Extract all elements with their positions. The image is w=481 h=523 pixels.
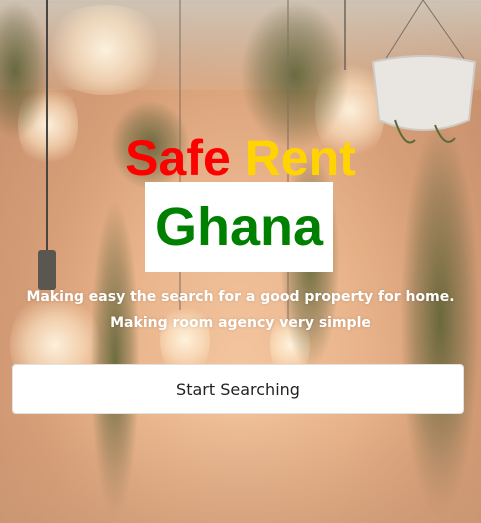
title-word-ghana: Ghana bbox=[154, 197, 324, 257]
tagline-line-2: Making room agency very simple bbox=[110, 315, 371, 331]
hero-section: Safe Rent Ghana Making easy the search f… bbox=[0, 0, 481, 523]
title-word-rent: Rent bbox=[244, 130, 356, 186]
start-searching-button[interactable]: Start Searching bbox=[12, 364, 464, 414]
title-word-safe: Safe bbox=[125, 130, 231, 186]
site-title: Safe Rent bbox=[0, 128, 481, 188]
tagline-line-1: Making easy the search for a good proper… bbox=[26, 289, 455, 305]
title-ghana-box: Ghana bbox=[145, 182, 333, 272]
hero-content: Safe Rent Ghana Making easy the search f… bbox=[0, 0, 481, 523]
